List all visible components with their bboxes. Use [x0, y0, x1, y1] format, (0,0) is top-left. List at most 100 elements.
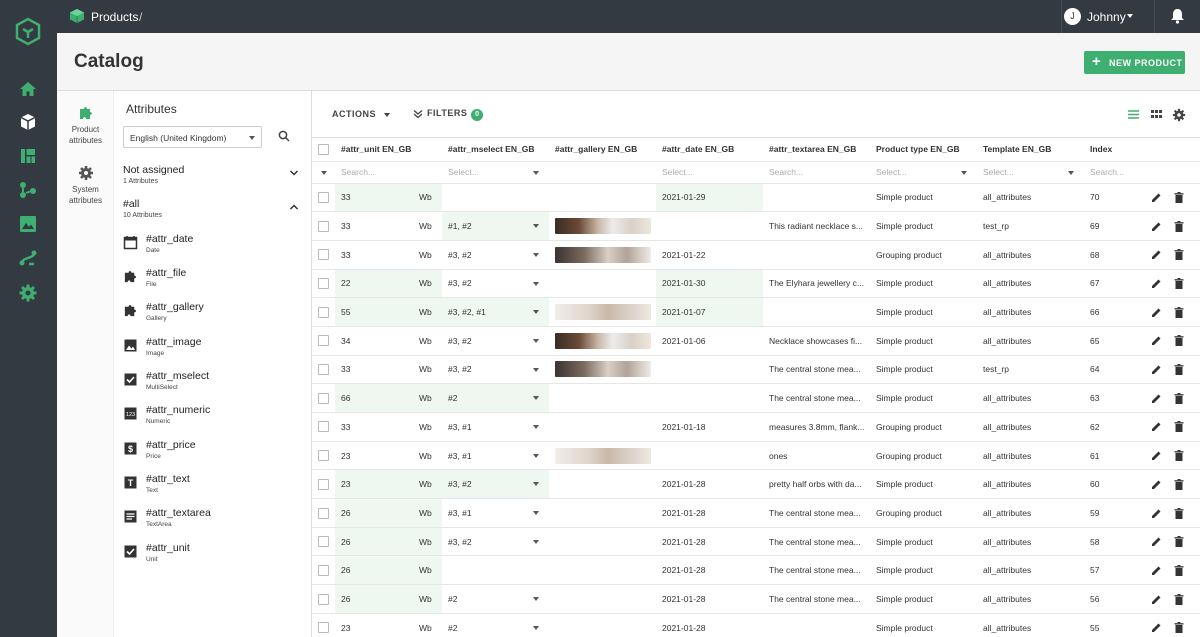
edit-icon[interactable]	[1151, 307, 1162, 318]
date-cell[interactable]: 2021-01-28	[656, 469, 763, 500]
date-cell[interactable]: 2021-01-06	[656, 326, 763, 356]
edit-icon[interactable]	[1151, 335, 1162, 346]
textarea-cell[interactable]: measures 3.8mm, flank...	[763, 412, 870, 442]
product-type-cell[interactable]: Simple product	[870, 355, 977, 385]
edit-icon[interactable]	[1151, 479, 1162, 490]
template-cell[interactable]: all_attributes	[977, 613, 1084, 637]
edit-icon[interactable]	[1151, 249, 1162, 260]
unit-value-cell[interactable]: 33	[335, 240, 419, 270]
gallery-cell[interactable]	[549, 412, 656, 442]
template-cell[interactable]: all_attributes	[977, 326, 1084, 356]
textarea-cell[interactable]: pretty half orbs with da...	[763, 469, 870, 500]
attribute-item[interactable]: #attr_file File	[123, 267, 303, 301]
column-header-index[interactable]: Index	[1084, 138, 1147, 162]
template-cell[interactable]: test_rp	[977, 355, 1084, 385]
unit-value-cell[interactable]: 26	[335, 527, 419, 557]
textarea-cell[interactable]	[763, 183, 870, 213]
table-row[interactable]: 55 Wb #3, #2, #1 2021-01-07 Simple product al…	[312, 297, 1200, 327]
gallery-thumbnail[interactable]	[555, 304, 651, 321]
mselect-cell[interactable]: #1, #2	[442, 211, 549, 241]
date-cell[interactable]: 2021-01-30	[656, 269, 763, 299]
textarea-cell[interactable]	[763, 297, 870, 327]
index-cell[interactable]: 61	[1084, 441, 1147, 471]
mselect-filter-select[interactable]: Select...	[442, 161, 549, 184]
product-type-cell[interactable]: Simple product	[870, 469, 977, 500]
table-row[interactable]: 33 Wb #3, #2 The central stone mea... Simple…	[312, 355, 1200, 385]
template-cell[interactable]: all_attributes	[977, 240, 1084, 270]
product-type-cell[interactable]: Grouping product	[870, 441, 977, 471]
textarea-cell[interactable]: The central stone mea...	[763, 527, 870, 557]
table-row[interactable]: 26 Wb #3, #2 2021-01-28 The central stone me…	[312, 527, 1200, 557]
product-type-cell[interactable]: Grouping product	[870, 498, 977, 528]
unit-value-cell[interactable]: 26	[335, 584, 419, 614]
row-checkbox[interactable]	[318, 536, 329, 548]
list-view-icon[interactable]	[1127, 108, 1140, 121]
date-cell[interactable]: 2021-01-28	[656, 613, 763, 637]
dashboard-icon[interactable]	[18, 146, 38, 166]
select-all-checkbox[interactable]	[318, 143, 329, 155]
template-cell[interactable]: all_attributes	[977, 441, 1084, 471]
attribute-item[interactable]: #attr_date Date	[123, 233, 303, 267]
index-cell[interactable]: 57	[1084, 555, 1147, 586]
categories-icon[interactable]	[18, 180, 38, 200]
table-row[interactable]: 22 Wb #3, #2 2021-01-30 The Elyhara jeweller…	[312, 269, 1200, 299]
gallery-cell[interactable]	[549, 297, 656, 327]
mselect-cell[interactable]: #3, #2	[442, 326, 549, 356]
column-header-date[interactable]: #attr_date EN_GB	[656, 138, 763, 162]
product-type-filter-select[interactable]: Select...	[870, 161, 977, 184]
unit-value-cell[interactable]: 26	[335, 555, 419, 586]
row-checkbox-cell[interactable]	[312, 469, 335, 500]
row-checkbox[interactable]	[318, 364, 329, 376]
gallery-thumbnail[interactable]	[555, 218, 651, 235]
row-checkbox[interactable]	[318, 622, 329, 634]
row-checkbox[interactable]	[318, 335, 329, 347]
gallery-cell[interactable]	[549, 498, 656, 528]
unit-filter-input[interactable]: Search...	[335, 161, 442, 184]
attribute-item[interactable]: #attr_gallery Gallery	[123, 301, 303, 335]
edit-icon[interactable]	[1151, 508, 1162, 519]
mselect-cell[interactable]: #3, #2	[442, 355, 549, 385]
delete-icon[interactable]	[1174, 392, 1184, 404]
template-cell[interactable]: test_rp	[977, 211, 1084, 241]
gallery-cell[interactable]	[549, 240, 656, 270]
row-checkbox-cell[interactable]	[312, 211, 335, 241]
gallery-cell[interactable]	[549, 469, 656, 500]
template-cell[interactable]: all_attributes	[977, 498, 1084, 528]
table-row[interactable]: 23 Wb #2 2021-01-28 Simple product all_attrib…	[312, 613, 1200, 637]
index-cell[interactable]: 63	[1084, 383, 1147, 413]
notifications-button[interactable]	[1154, 0, 1200, 33]
edit-icon[interactable]	[1151, 364, 1162, 375]
mselect-cell[interactable]: #2	[442, 584, 549, 614]
textarea-cell[interactable]: This radiant necklace s...	[763, 211, 870, 241]
grid-view-icon[interactable]	[1150, 108, 1163, 121]
gallery-cell[interactable]	[549, 613, 656, 637]
delete-icon[interactable]	[1174, 507, 1184, 519]
row-checkbox[interactable]	[318, 507, 329, 519]
index-cell[interactable]: 66	[1084, 297, 1147, 327]
product-type-cell[interactable]: Simple product	[870, 555, 977, 586]
unit-value-cell[interactable]: 23	[335, 469, 419, 500]
template-cell[interactable]: all_attributes	[977, 269, 1084, 299]
mselect-cell[interactable]: #3, #2	[442, 240, 549, 270]
gallery-cell[interactable]	[549, 584, 656, 614]
language-select[interactable]: English (United Kingdom)	[123, 126, 262, 148]
row-checkbox[interactable]	[318, 564, 329, 576]
row-checkbox[interactable]	[318, 191, 329, 203]
delete-icon[interactable]	[1174, 278, 1184, 290]
row-checkbox[interactable]	[318, 306, 329, 318]
product-type-cell[interactable]: Grouping product	[870, 240, 977, 270]
row-checkbox[interactable]	[318, 421, 329, 433]
edit-icon[interactable]	[1151, 421, 1162, 432]
row-checkbox-cell[interactable]	[312, 183, 335, 213]
unit-value-cell[interactable]: 22	[335, 269, 419, 299]
delete-icon[interactable]	[1174, 306, 1184, 318]
filters-button[interactable]: FILTERS 0	[413, 108, 484, 121]
row-checkbox-cell[interactable]	[312, 240, 335, 270]
edit-icon[interactable]	[1151, 278, 1162, 289]
new-product-button[interactable]: + NEW PRODUCT	[1084, 51, 1185, 74]
row-checkbox[interactable]	[318, 278, 329, 290]
actions-button[interactable]: ACTIONS	[332, 109, 390, 119]
index-cell[interactable]: 58	[1084, 527, 1147, 557]
gallery-cell[interactable]	[549, 383, 656, 413]
row-checkbox-cell[interactable]	[312, 355, 335, 385]
